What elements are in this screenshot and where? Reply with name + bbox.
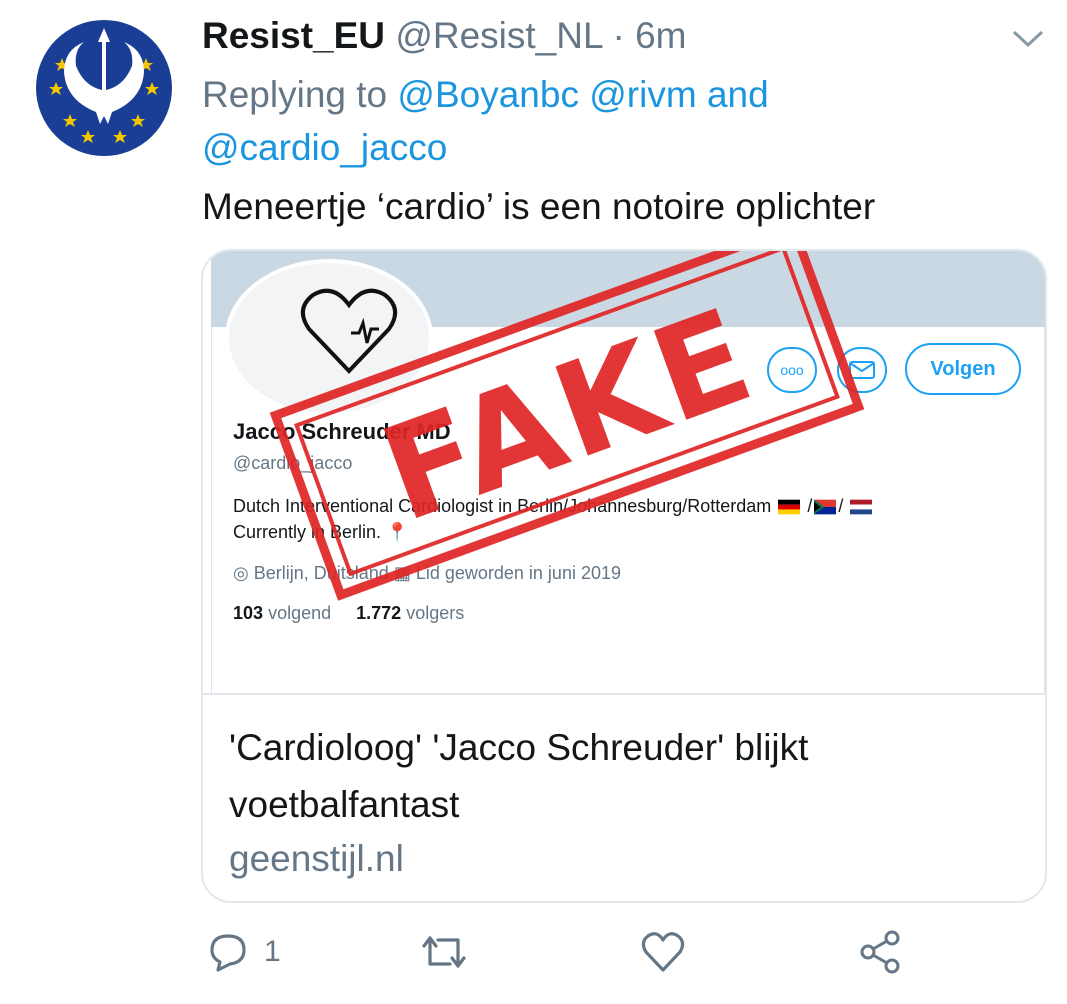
follow-button: Volgen	[905, 343, 1021, 395]
followers-count: 1.772	[356, 603, 402, 623]
envelope-icon	[849, 361, 875, 379]
following-label: volgend	[268, 603, 332, 623]
share-action[interactable]	[858, 930, 902, 974]
profile-joined: Lid geworden in juni 2019	[415, 563, 621, 583]
tweet-header: Resist_EU @Resist_NL · 6m	[202, 14, 686, 58]
reply-count: 1	[264, 935, 281, 968]
heart-pulse-icon	[301, 288, 397, 374]
tweet-text: Meneertje ‘cardio’ is een notoire oplich…	[202, 186, 876, 227]
card-domain[interactable]: geenstijl.nl	[229, 837, 404, 881]
profile-stats: 103 volgend 1.772 volgers	[233, 603, 464, 624]
card-divider	[203, 693, 1045, 695]
timestamp[interactable]: 6m	[635, 15, 686, 56]
mention-joiner[interactable]: and	[707, 74, 769, 115]
germany-flag-icon	[778, 499, 801, 515]
netherlands-flag-icon	[850, 499, 873, 515]
retweet-icon[interactable]	[420, 930, 468, 974]
like-icon[interactable]	[640, 930, 686, 974]
share-icon[interactable]	[858, 930, 902, 974]
link-card[interactable]: ooo Volgen Jacco Schreuder MD @cardio_ja…	[201, 249, 1047, 903]
user-handle[interactable]: @Resist_NL	[395, 15, 602, 56]
like-action[interactable]	[640, 930, 686, 974]
mention-boyanbc[interactable]: @Boyanbc	[397, 74, 579, 115]
display-name[interactable]: Resist_EU	[202, 15, 385, 56]
retweet-action[interactable]	[420, 930, 468, 974]
replying-to: Replying to @Boyanbc @rivm and @cardio_j…	[202, 68, 962, 174]
card-title[interactable]: 'Cardioloog' 'Jacco Schreuder' blijkt vo…	[229, 719, 1019, 833]
replying-to-label: Replying to	[202, 74, 388, 115]
reply-action[interactable]: 1	[206, 930, 281, 974]
followers-label: volgers	[406, 603, 465, 623]
mention-rivm[interactable]: @rivm	[589, 74, 696, 115]
following-count: 103	[233, 603, 264, 623]
avatar[interactable]	[36, 20, 172, 156]
location-icon: ◎	[233, 563, 249, 583]
chevron-down-icon[interactable]	[1010, 26, 1046, 50]
separator-dot: ·	[612, 15, 625, 56]
south-africa-flag-icon	[814, 499, 837, 515]
reply-icon[interactable]	[206, 930, 250, 974]
mention-cardio-jacco[interactable]: @cardio_jacco	[202, 127, 447, 168]
tweet-actions: 1	[0, 930, 1067, 990]
card-image[interactable]: ooo Volgen Jacco Schreuder MD @cardio_ja…	[203, 251, 1045, 693]
